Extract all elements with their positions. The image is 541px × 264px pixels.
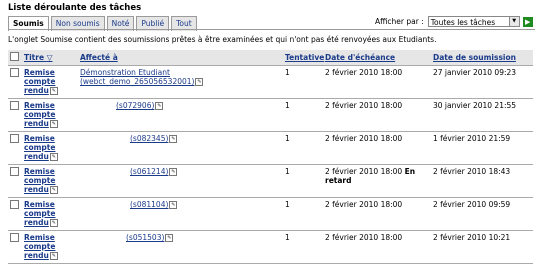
page-title: Liste déroulante des tâches (8, 3, 142, 13)
table-row: Remise compte rendu ✎ (s072906) ✎ 1 2 févr… (8, 98, 533, 132)
edit-icon[interactable]: ✎ (49, 219, 58, 227)
due-date: 2 février 2010 18:00 (323, 197, 431, 231)
assignee-link[interactable]: (s081104) (130, 200, 168, 209)
assignee-link[interactable]: (s061214) (130, 167, 168, 176)
attempt-count: 1 (283, 98, 323, 132)
submitted-date: 2 février 2010 10:21 (431, 230, 533, 264)
row-checkbox[interactable] (10, 167, 19, 176)
header-attempt[interactable]: Tentative (283, 50, 324, 66)
header-due-date[interactable]: Date d'échéance (323, 50, 431, 66)
submitted-date: 30 janvier 2010 21:55 (431, 98, 533, 132)
edit-icon[interactable]: ✎ (169, 201, 178, 209)
submitted-date: 2 février 2010 18:43 (431, 164, 533, 198)
table-row: Remise compte rendu ✎ Démonstration Etudi… (8, 65, 533, 99)
view-by-label: Afficher par : (375, 17, 424, 26)
edit-icon[interactable]: ✎ (169, 168, 178, 176)
row-checkbox[interactable] (10, 68, 19, 77)
edit-icon[interactable]: ✎ (155, 102, 164, 110)
row-checkbox[interactable] (10, 200, 19, 209)
edit-icon[interactable]: ✎ (195, 78, 204, 86)
select-all-cell (8, 50, 22, 66)
submissions-table: Titre ▽ Affecté à Tentative Date d'échéa… (8, 50, 533, 264)
edit-icon[interactable]: ✎ (49, 252, 58, 260)
submitted-date: 1 février 2010 21:59 (431, 131, 533, 165)
row-checkbox[interactable] (10, 101, 19, 110)
view-by-select[interactable]: Toutes les tâches ▼ (427, 16, 520, 27)
table-row: Remise compte rendu ✎ (s081104) ✎ 1 2 févr… (8, 197, 533, 231)
due-date: 2 février 2010 18:00 (323, 131, 431, 165)
select-all-checkbox[interactable] (10, 52, 19, 61)
view-by: Afficher par : Toutes les tâches ▼ ▶ (375, 16, 533, 27)
attempt-count: 1 (283, 65, 323, 99)
edit-icon[interactable]: ✎ (165, 234, 174, 242)
attempt-count: 1 (283, 230, 323, 264)
row-checkbox[interactable] (10, 134, 19, 143)
tab-description: L'onglet Soumise contient des soumission… (8, 35, 437, 44)
due-date: 2 février 2010 18:00 (323, 98, 431, 132)
chevron-down-icon: ▼ (508, 17, 519, 26)
due-date: 2 février 2010 18:00 (323, 230, 431, 264)
edit-icon[interactable]: ✎ (49, 186, 58, 194)
due-date: 2 février 2010 18:00 En retard (323, 164, 431, 198)
row-checkbox[interactable] (10, 233, 19, 242)
table-row: Remise compte rendu ✎ (s061214) ✎ 1 2 févr… (8, 164, 533, 198)
header-submitted-date[interactable]: Date de soumission (431, 50, 533, 66)
edit-icon[interactable]: ✎ (49, 153, 58, 161)
header-title[interactable]: Titre ▽ (22, 50, 78, 66)
submitted-date: 27 janvier 2010 09:23 (431, 65, 533, 99)
tab-divider (8, 29, 535, 30)
attempt-count: 1 (283, 164, 323, 198)
edit-icon[interactable]: ✎ (169, 135, 178, 143)
table-row: Remise compte rendu ✎ (s082345) ✎ 1 2 févr… (8, 131, 533, 165)
assignee-link[interactable]: Démonstration Etudiant (webct_demo_26505… (80, 68, 194, 86)
assignee-link[interactable]: (s072906) (116, 101, 154, 110)
attempt-count: 1 (283, 197, 323, 231)
table-row: Remise compte rendu ✎ (s051503) ✎ 1 2 févr… (8, 230, 533, 264)
submitted-date: 2 février 2010 09:59 (431, 197, 533, 231)
header-assignee[interactable]: Affecté à (78, 50, 283, 66)
assignee-link[interactable]: (s082345) (130, 134, 168, 143)
go-arrow-icon[interactable]: ▶ (522, 16, 533, 27)
edit-icon[interactable]: ✎ (49, 87, 58, 95)
due-date: 2 février 2010 18:00 (323, 65, 431, 99)
table-header-row: Titre ▽ Affecté à Tentative Date d'échéa… (8, 50, 533, 66)
edit-icon[interactable]: ✎ (49, 120, 58, 128)
assignee-link[interactable]: (s051503) (126, 233, 164, 242)
attempt-count: 1 (283, 131, 323, 165)
view-by-selected: Toutes les tâches (430, 18, 496, 27)
sort-arrow-icon: ▽ (46, 53, 53, 62)
